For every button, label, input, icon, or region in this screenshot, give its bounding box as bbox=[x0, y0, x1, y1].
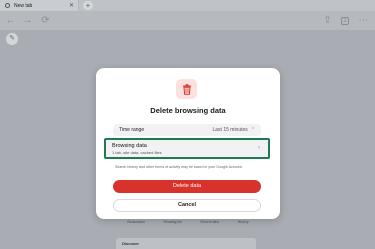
reload-icon[interactable]: ⟳ bbox=[40, 15, 51, 26]
trash-icon bbox=[176, 79, 197, 99]
globe-icon bbox=[5, 3, 10, 8]
toolbar: ← → ⟳ ⇪ 1 ⋯ bbox=[0, 11, 375, 30]
more-icon[interactable]: ⋯ bbox=[358, 15, 369, 26]
chevron-right-icon: › bbox=[258, 145, 260, 151]
cancel-button[interactable]: Cancel bbox=[113, 199, 261, 212]
browsing-data-row[interactable]: Browsing data 1 tab, site data, cached f… bbox=[104, 138, 270, 159]
account-activity-note: Search history and other forms of activi… bbox=[115, 165, 243, 169]
tab-count-icon[interactable]: 1 bbox=[341, 17, 349, 25]
shortcut-history[interactable]: History bbox=[238, 220, 249, 224]
tab-new-tab[interactable]: New tab ✕ bbox=[0, 0, 79, 11]
discover-card: Discover bbox=[116, 238, 256, 249]
time-range-value: Last 15 minutes bbox=[212, 127, 248, 133]
shortcut-recent-tabs[interactable]: Recent tabs bbox=[200, 220, 219, 224]
browsing-data-label: Browsing data bbox=[112, 143, 147, 149]
delete-data-button[interactable]: Delete data bbox=[113, 180, 261, 193]
shortcut-reading-list[interactable]: Reading list bbox=[163, 220, 181, 224]
back-icon[interactable]: ← bbox=[5, 15, 16, 26]
plus-icon[interactable]: + bbox=[83, 1, 93, 10]
delete-browsing-data-dialog: Delete browsing data Time range Last 15 … bbox=[96, 68, 280, 219]
shortcut-bookmarks[interactable]: Bookmarks bbox=[127, 220, 145, 224]
time-range-label: Time range bbox=[119, 127, 145, 133]
close-icon[interactable]: ✕ bbox=[69, 3, 74, 9]
share-icon[interactable]: ⇪ bbox=[322, 15, 333, 26]
chevron-updown-icon: ⌃ bbox=[250, 127, 255, 133]
forward-icon[interactable]: → bbox=[22, 15, 33, 26]
browsing-data-summary: 1 tab, site data, cached files bbox=[112, 150, 162, 155]
time-range-select[interactable]: Time range Last 15 minutes ⌃ bbox=[113, 124, 261, 136]
tab-title: New tab bbox=[14, 2, 33, 9]
dialog-title: Delete browsing data bbox=[150, 106, 226, 115]
edit-icon[interactable]: ✎ bbox=[6, 33, 18, 45]
tab-strip: New tab ✕ + bbox=[0, 0, 375, 11]
